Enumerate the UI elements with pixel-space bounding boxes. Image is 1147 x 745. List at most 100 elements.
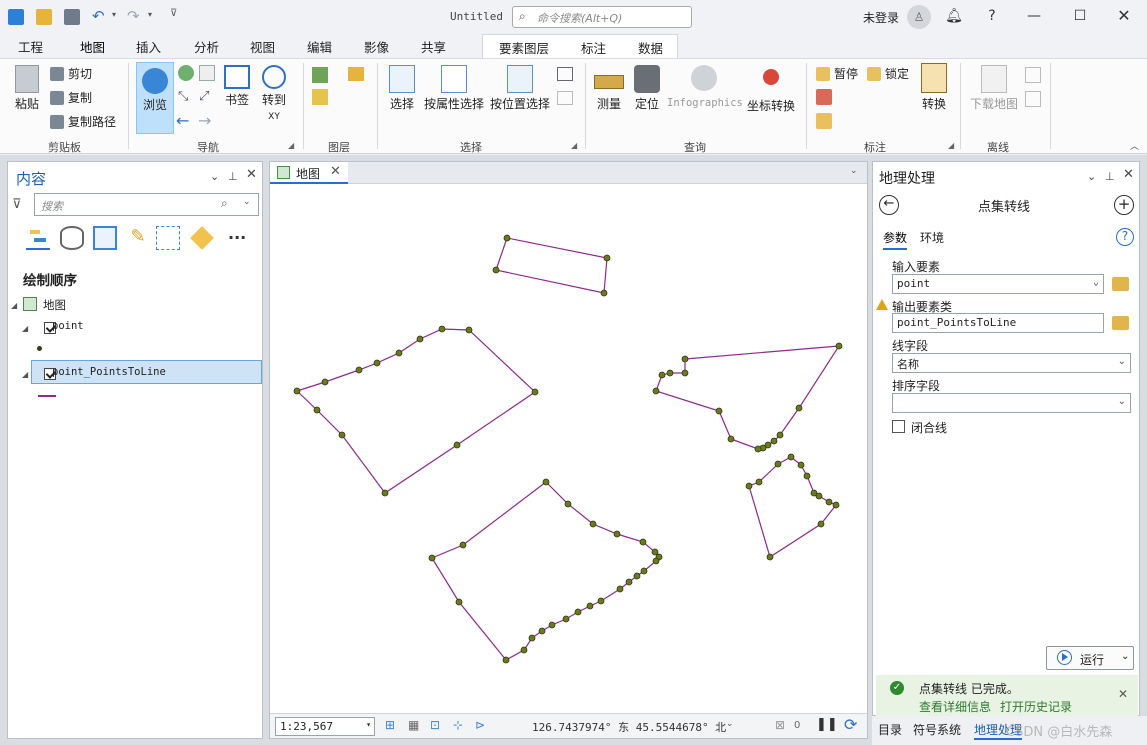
tab-insert[interactable]: 插入 <box>136 37 161 56</box>
dismiss-message-icon[interactable]: ✕ <box>1118 687 1128 701</box>
map-tab[interactable]: 地图 ✕ <box>270 162 348 184</box>
new-project-icon[interactable] <box>8 9 24 25</box>
pin-pane-icon[interactable]: ⊥ <box>228 170 238 183</box>
convert-labels-button[interactable]: 转换 <box>918 63 950 112</box>
point-feature[interactable] <box>817 520 825 528</box>
pane-options-icon[interactable]: ⌄ <box>210 170 219 183</box>
more-options-icon[interactable]: ··· <box>228 228 246 247</box>
point-feature[interactable] <box>492 266 500 274</box>
point-feature[interactable] <box>538 627 546 635</box>
point-feature[interactable] <box>795 404 803 412</box>
tab-parameters[interactable]: 参数 <box>883 229 908 250</box>
point-feature[interactable] <box>313 406 321 414</box>
point-feature[interactable] <box>770 437 778 445</box>
point-feature[interactable] <box>459 541 467 549</box>
tab-labeling[interactable]: 标注 <box>581 38 606 57</box>
list-by-source-icon[interactable] <box>60 226 84 250</box>
layer-points-to-line[interactable]: ◢ point_PointsToLine <box>22 366 166 380</box>
line-feature[interactable] <box>495 237 608 294</box>
point-feature[interactable] <box>652 557 660 565</box>
lock-labeling-button[interactable]: 锁定 <box>867 65 909 82</box>
copy-button[interactable]: 复制 <box>50 89 92 106</box>
output-feature-class-input[interactable]: point_PointsToLine <box>892 313 1104 333</box>
pin-pane-icon[interactable]: ⊥ <box>1105 170 1115 183</box>
collapse-ribbon-icon[interactable]: ︿ <box>1130 139 1139 152</box>
line-feature[interactable] <box>748 456 837 558</box>
fixed-scale-icon[interactable]: ⊞ <box>385 718 395 732</box>
list-by-snapping-icon[interactable] <box>156 226 180 250</box>
tab-imagery[interactable]: 影像 <box>364 37 389 56</box>
close-window-button[interactable]: ✕ <box>1114 6 1134 26</box>
point-feature[interactable] <box>381 489 389 497</box>
paste-button[interactable]: 粘贴 <box>10 65 44 112</box>
undo-dropdown-icon[interactable]: ▾ <box>112 10 116 19</box>
point-feature[interactable] <box>766 553 774 561</box>
list-by-selection-icon[interactable] <box>93 226 117 250</box>
coordinate-format-dropdown-icon[interactable]: ⌄ <box>726 719 734 729</box>
save-icon[interactable] <box>64 9 80 25</box>
explore-button[interactable]: 浏览 <box>136 62 174 134</box>
point-feature[interactable] <box>681 355 689 363</box>
back-arrow-icon[interactable]: ← <box>879 195 899 215</box>
list-by-drawing-order-icon[interactable] <box>26 226 50 250</box>
maximize-button[interactable]: ☐ <box>1070 6 1090 26</box>
point-feature[interactable] <box>633 572 641 580</box>
tab-view[interactable]: 视图 <box>250 37 275 56</box>
contents-search-input[interactable]: 搜索 ⌕ ⌄ <box>34 193 259 216</box>
expand-caret-icon[interactable]: ◢ <box>22 324 28 333</box>
select-by-location-button[interactable]: 按位置选择 <box>489 65 551 112</box>
attributes-table-icon[interactable] <box>557 67 573 81</box>
tab-analysis[interactable]: 分析 <box>194 37 219 56</box>
tab-symbology[interactable]: 符号系统 <box>913 721 961 738</box>
point-feature[interactable] <box>589 520 597 528</box>
layer-point[interactable]: ◢ point <box>22 320 84 334</box>
point-feature[interactable] <box>586 602 594 610</box>
point-feature[interactable] <box>338 431 346 439</box>
point-feature[interactable] <box>825 498 833 506</box>
locate-button[interactable]: 定位 <box>631 65 663 112</box>
point-feature[interactable] <box>754 445 762 453</box>
map-canvas[interactable] <box>272 185 865 713</box>
selection-launcher-icon[interactable]: ◢ <box>571 141 577 150</box>
point-feature[interactable] <box>321 378 329 386</box>
filter-icon[interactable]: ⊽ <box>12 197 22 212</box>
help-icon[interactable]: ? <box>1116 228 1134 246</box>
cut-button[interactable]: 剪切 <box>50 65 92 82</box>
infographics-button[interactable]: Infographics <box>667 65 743 109</box>
avatar[interactable]: ♙ <box>907 5 931 29</box>
unplaced-labels-icon[interactable] <box>816 89 832 105</box>
point-feature[interactable] <box>562 615 570 623</box>
point-feature[interactable] <box>548 621 556 629</box>
point-feature[interactable] <box>502 656 510 664</box>
point-feature[interactable] <box>835 342 843 350</box>
point-feature[interactable] <box>776 431 784 439</box>
undo-icon[interactable]: ↶ <box>92 7 105 25</box>
browse-folder-icon[interactable] <box>1112 316 1129 330</box>
add-data-icon[interactable] <box>348 67 364 81</box>
goto-xy-button[interactable]: 转到 XY <box>258 65 290 122</box>
close-line-checkbox[interactable] <box>892 420 905 433</box>
close-tab-icon[interactable]: ✕ <box>330 164 341 179</box>
point-feature[interactable] <box>658 371 666 379</box>
list-by-labeling-icon[interactable] <box>190 226 214 250</box>
pause-labeling-button[interactable]: 暂停 <box>816 65 858 82</box>
customize-qat-icon[interactable]: ⊽ <box>170 8 177 19</box>
labeling-launcher-icon[interactable]: ◢ <box>948 141 954 150</box>
navigate-launcher-icon[interactable]: ◢ <box>288 141 294 150</box>
add-tool-icon[interactable]: + <box>1114 195 1134 215</box>
tab-share[interactable]: 共享 <box>421 37 446 56</box>
run-dropdown-icon[interactable]: ⌄ <box>1121 651 1129 662</box>
point-feature[interactable] <box>727 435 735 443</box>
previous-extent-icon[interactable]: ← <box>176 111 189 130</box>
zoom-out-fixed-icon[interactable]: ⤢ <box>199 89 209 104</box>
point-symbol[interactable] <box>37 346 42 351</box>
point-feature[interactable] <box>574 608 582 616</box>
point-feature[interactable] <box>625 578 633 586</box>
sort-field-select[interactable]: ⌄ <box>892 393 1131 413</box>
bookmarks-button[interactable]: 书签 <box>221 65 253 108</box>
point-feature[interactable] <box>453 441 461 449</box>
point-feature[interactable] <box>815 492 823 500</box>
redo-icon[interactable]: ↷ <box>127 7 140 25</box>
search-options-icon[interactable]: ⌄ <box>243 197 251 207</box>
select-by-attributes-button[interactable]: 按属性选择 <box>423 65 485 112</box>
